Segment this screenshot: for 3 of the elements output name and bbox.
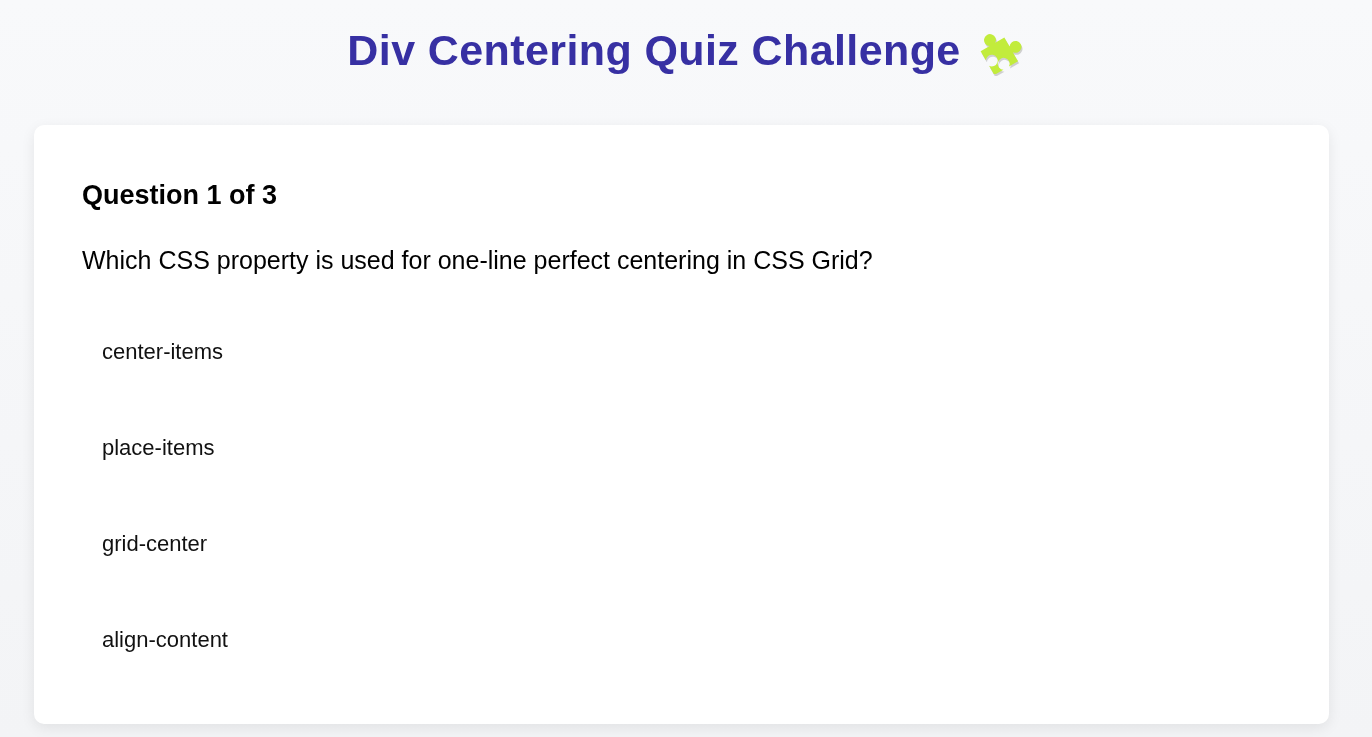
question-counter: Question 1 of 3 — [82, 179, 279, 212]
question-text: Which CSS property is used for one-line perfect centering in CSS Grid? — [82, 245, 874, 276]
page-title: Div Centering Quiz Challenge — [347, 25, 961, 76]
